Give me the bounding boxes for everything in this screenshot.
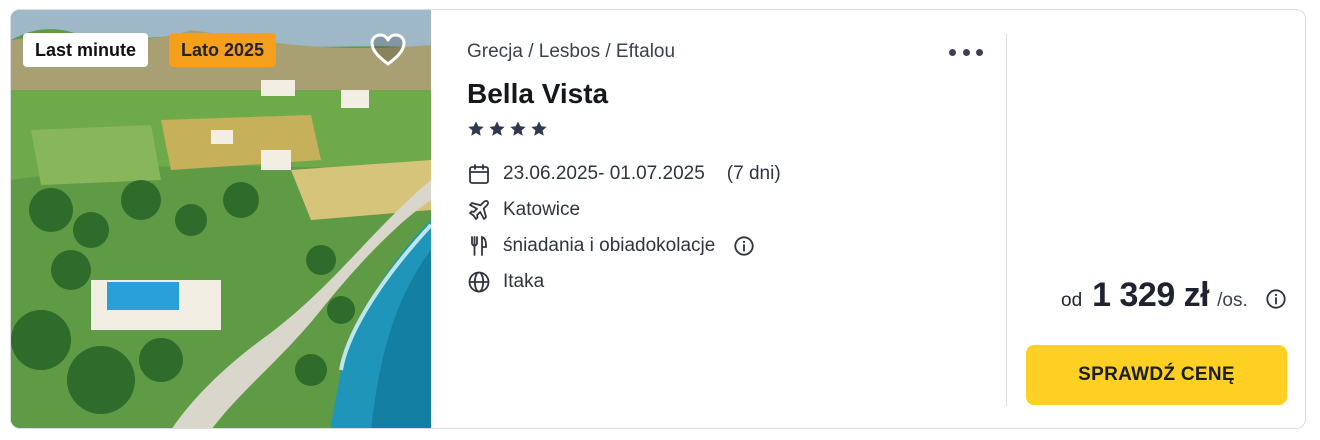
price-info-icon[interactable] (1265, 288, 1287, 310)
dates-row: 23.06.2025- 01.07.2025 (7 dni) (467, 162, 781, 186)
star-rating (467, 120, 548, 138)
travel-dates: 23.06.2025- 01.07.2025 (503, 163, 705, 184)
calendar-icon (469, 164, 489, 184)
hotel-name[interactable]: Bella Vista (467, 78, 608, 110)
hotel-photo[interactable]: Last minute Lato 2025 (11, 10, 431, 428)
price-suffix: /os. (1217, 290, 1248, 311)
star-icon (489, 121, 505, 136)
departure-airport: Katowice (503, 199, 581, 220)
offer-card[interactable]: Last minute Lato 2025 Grecja / Lesbos / … (10, 9, 1306, 429)
board-row: śniadania i obiadokolacje (467, 234, 755, 258)
globe-icon (468, 271, 490, 293)
tour-operator: Itaka (503, 271, 545, 292)
breadcrumb[interactable]: Grecja / Lesbos / Eftalou (467, 41, 675, 63)
operator-row: Itaka (467, 270, 544, 294)
cutlery-icon (471, 235, 487, 256)
price-prefix: od (1061, 290, 1083, 311)
board-info-icon[interactable] (733, 235, 755, 257)
check-price-button[interactable]: SPRAWDŹ CENĘ (1026, 345, 1287, 405)
board-type: śniadania i obiadokolacje (503, 235, 716, 256)
column-divider (1006, 34, 1007, 406)
more-options-button[interactable] (949, 46, 983, 58)
departure-row: Katowice (467, 198, 580, 222)
coast-aerial-image (11, 10, 431, 428)
plane-icon (469, 200, 489, 220)
more-dots-icon (949, 48, 956, 56)
last-minute-badge: Last minute (23, 33, 149, 67)
trip-duration: (7 dni) (726, 163, 781, 184)
price: od 1 329 zł /os. (1061, 276, 1248, 315)
offer-details: Grecja / Lesbos / Eftalou Bella Vista 23… (431, 10, 1006, 428)
favorite-button[interactable] (369, 32, 407, 68)
price-amount: 1 329 zł (1092, 276, 1210, 314)
star-icon (531, 121, 547, 136)
star-icon (510, 121, 526, 136)
star-icon (468, 121, 484, 136)
heart-icon (370, 33, 406, 66)
season-badge: Lato 2025 (169, 33, 277, 67)
